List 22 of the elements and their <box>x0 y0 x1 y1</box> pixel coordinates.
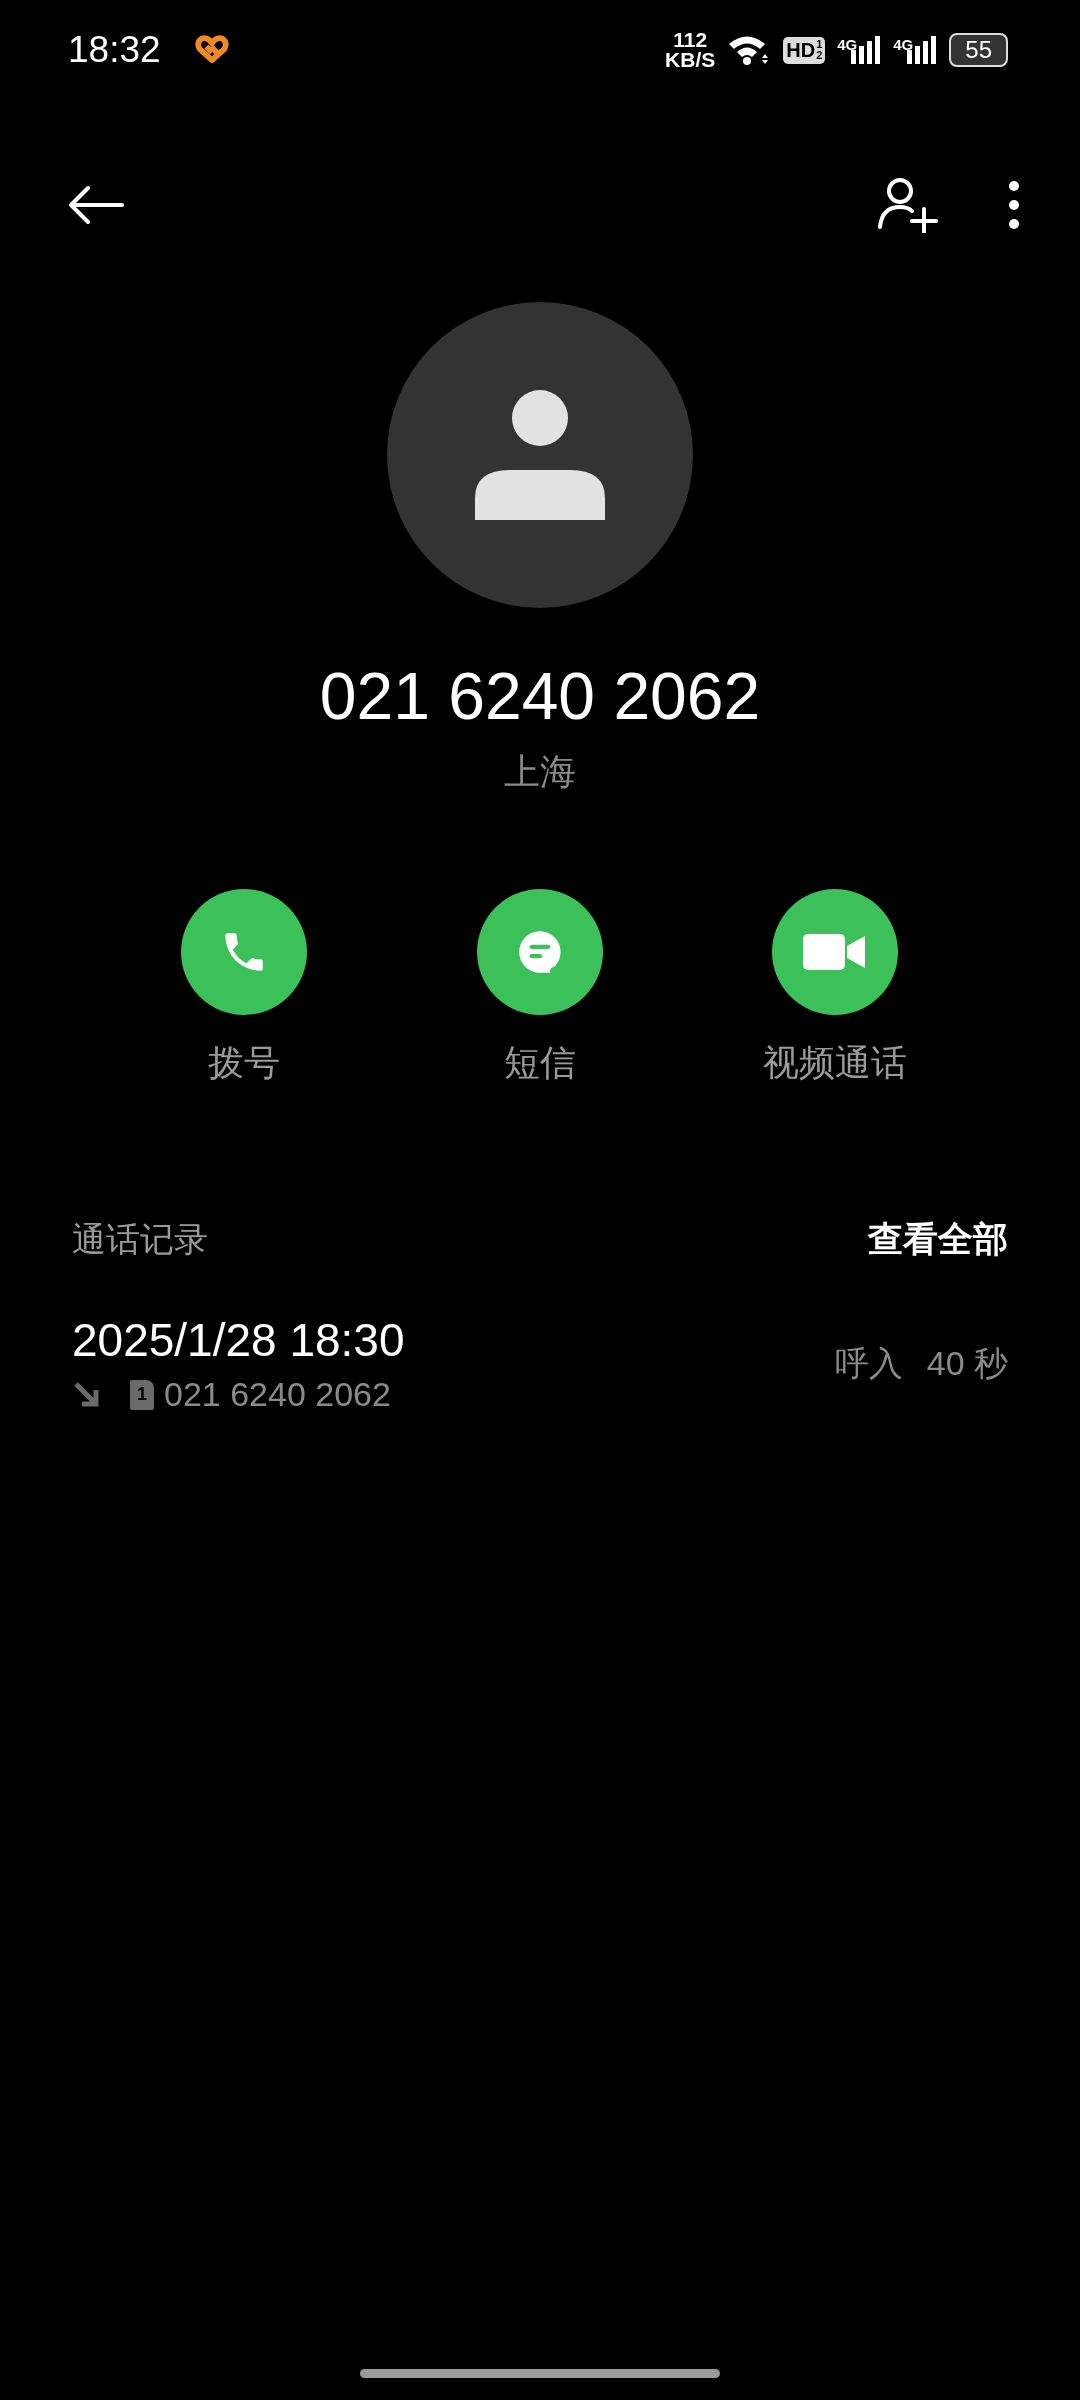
sim-badge: 1 <box>130 1379 154 1410</box>
call-number: 021 6240 2062 <box>164 1375 391 1414</box>
action-label: 拨号 <box>208 1041 280 1085</box>
status-time: 18:32 <box>68 29 161 71</box>
call-duration: 40 秒 <box>926 1342 1008 1384</box>
cellular-signal: 4G <box>837 36 882 64</box>
back-icon[interactable] <box>68 185 124 225</box>
more-options-icon[interactable] <box>1008 180 1020 230</box>
action-label: 短信 <box>503 1041 576 1085</box>
cellular-signal: 4G <box>893 36 938 64</box>
add-contact-icon[interactable] <box>878 177 938 233</box>
contact-location: 上海 <box>504 750 576 794</box>
call-type: 呼入 <box>834 1342 903 1384</box>
view-all-link[interactable]: 查看全部 <box>868 1216 1008 1263</box>
action-label: 视频通话 <box>763 1041 907 1085</box>
video-camera-icon <box>803 932 867 972</box>
battery-indicator: 55 <box>949 33 1008 67</box>
section-title: 通话记录 <box>72 1218 208 1260</box>
network-speed: 112 KB/S <box>665 30 716 70</box>
heart-app-icon <box>194 35 229 65</box>
contact-number: 021 6240 2062 <box>319 658 761 734</box>
call-datetime: 2025/1/28 18:30 <box>72 1313 405 1367</box>
